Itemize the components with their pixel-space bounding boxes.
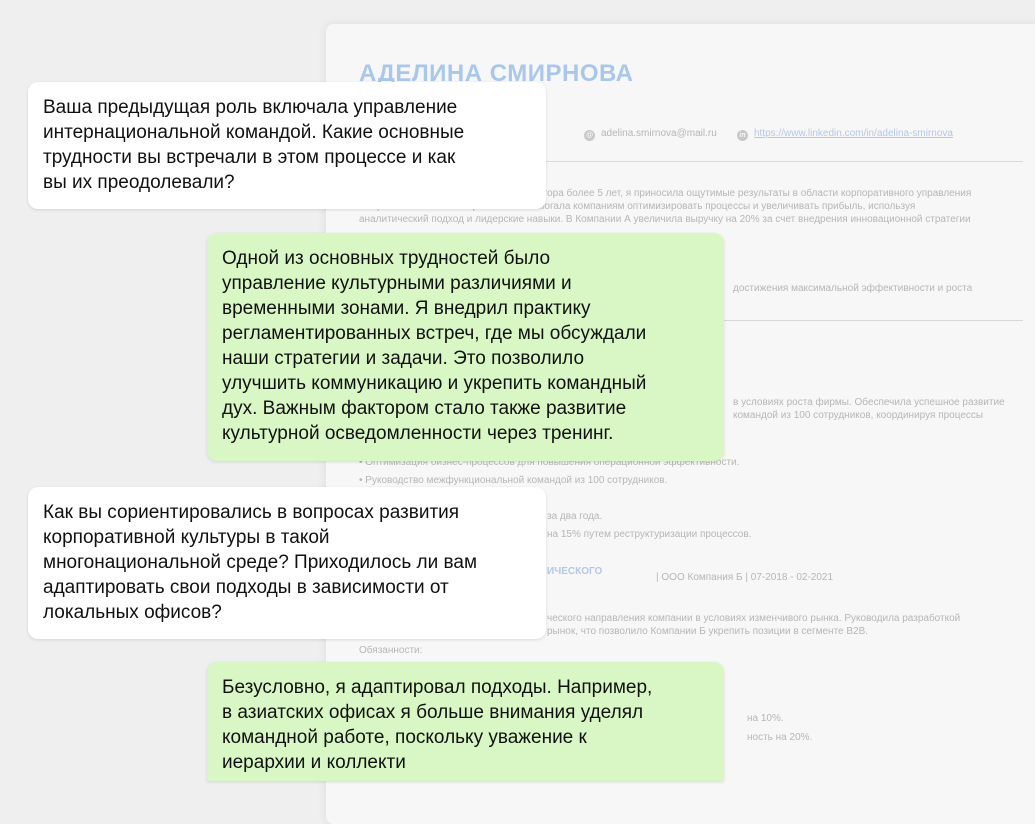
chat-message-text: Как вы сориентировались в вопросах разви…: [43, 502, 478, 623]
chat-question-bubble: Как вы сориентировались в вопросах разви…: [28, 487, 546, 639]
email-icon: @: [584, 130, 595, 141]
summary-line: аналитический подход и лидерские навыки.…: [359, 214, 971, 225]
chat-answer-bubble: Безусловно, я адаптировал подходы. Напри…: [207, 662, 724, 781]
chat-message-text: Безусловно, я адаптировал подходы. Напри…: [222, 677, 653, 773]
chat-question-bubble: Ваша предыдущая роль включала управление…: [28, 82, 546, 209]
linkedin-contact: in https://www.linkedin.com/in/adelina-sm…: [737, 127, 953, 141]
chat-answer-bubble: Одной из основных трудностей было управл…: [207, 233, 724, 461]
chat-message-text: Ваша предыдущая роль включала управление…: [43, 97, 465, 193]
email-text: adelina.smirnova@mail.ru: [601, 128, 717, 139]
job2-company: ООО Компания Б: [661, 572, 743, 583]
job2-period: 07-2018 - 02-2021: [750, 572, 834, 583]
job2-meta: | ООО Компания Б | 07-2018 - 02-2021: [656, 572, 834, 583]
linkedin-link[interactable]: https://www.linkedin.com/in/adelina-smir…: [754, 128, 953, 139]
email-contact: @ adelina.smirnova@mail.ru: [584, 127, 717, 141]
job2-duties-label: Обязанности:: [359, 645, 423, 656]
chat-message-text: Одной из основных трудностей было управл…: [222, 248, 647, 444]
job1-bullet: Руководство межфункциональной командой и…: [359, 474, 1023, 487]
linkedin-icon: in: [737, 130, 748, 141]
